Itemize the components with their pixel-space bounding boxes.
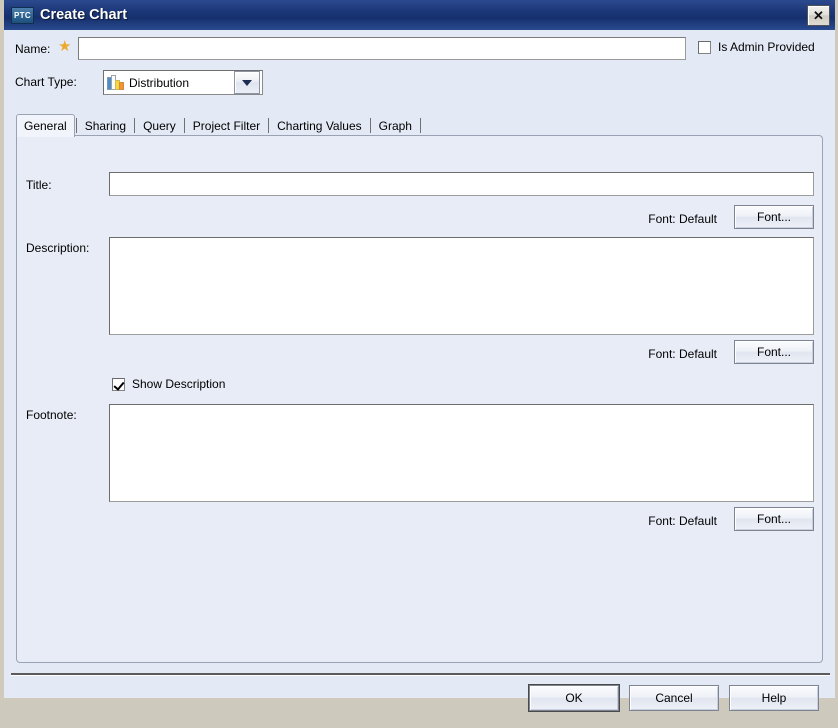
show-description-checkbox-wrap[interactable]: Show Description [112, 377, 225, 391]
tab-separator [419, 118, 421, 133]
title-bar: PTC Create Chart ✕ [4, 0, 835, 31]
name-input[interactable] [78, 37, 686, 60]
title-font-button[interactable]: Font... [734, 205, 814, 229]
name-row: Name: ★ Is Admin Provided [4, 37, 835, 63]
tab-charting-values[interactable]: Charting Values [270, 116, 369, 136]
title-input[interactable] [109, 172, 814, 196]
tab-project-filter[interactable]: Project Filter [186, 116, 267, 136]
tab-query[interactable]: Query [136, 116, 183, 136]
chevron-down-icon[interactable] [234, 71, 260, 94]
tab-graph[interactable]: Graph [372, 116, 419, 136]
show-description-label: Show Description [132, 377, 226, 391]
close-button[interactable]: ✕ [807, 5, 830, 26]
close-icon: ✕ [813, 8, 824, 23]
footnote-font-button[interactable]: Font... [734, 507, 814, 531]
tab-general[interactable]: General [16, 114, 75, 137]
window-title: Create Chart [40, 7, 128, 23]
create-chart-dialog: PTC Create Chart ✕ Name: ★ Is Admin Prov… [0, 0, 838, 711]
tab-sharing[interactable]: Sharing [78, 116, 133, 136]
dialog-client-area: Name: ★ Is Admin Provided Chart Type: Di… [4, 30, 835, 711]
is-admin-provided-checkbox-wrap[interactable]: Is Admin Provided [698, 40, 815, 54]
tab-separator [268, 118, 270, 133]
tab-separator [369, 118, 371, 133]
title-label: Title: [26, 178, 52, 192]
help-button[interactable]: Help [729, 685, 819, 711]
ptc-logo-icon: PTC [11, 6, 34, 24]
tab-separator [75, 118, 77, 133]
distribution-chart-icon [107, 74, 124, 90]
description-textarea[interactable] [109, 237, 814, 335]
is-admin-provided-label: Is Admin Provided [718, 40, 815, 54]
general-tab-panel: Title: Font: Default Font... Description… [16, 135, 823, 663]
name-label: Name: [15, 42, 51, 56]
ok-button[interactable]: OK [529, 685, 619, 711]
chart-type-value: Distribution [129, 75, 190, 90]
footnote-font-note: Font: Default [648, 514, 717, 528]
footnote-textarea[interactable] [109, 404, 814, 502]
required-star-icon: ★ [58, 37, 72, 55]
chart-type-combobox[interactable]: Distribution [103, 70, 263, 95]
tab-separator [183, 118, 185, 133]
description-font-note: Font: Default [648, 347, 717, 361]
cancel-button[interactable]: Cancel [629, 685, 719, 711]
title-font-note: Font: Default [648, 212, 717, 226]
is-admin-provided-checkbox[interactable] [698, 40, 711, 54]
footer-separator [11, 673, 830, 676]
show-description-checkbox[interactable] [112, 377, 125, 391]
footnote-label: Footnote: [26, 408, 77, 422]
tab-separator [134, 118, 136, 133]
description-label: Description: [26, 241, 90, 255]
description-font-button[interactable]: Font... [734, 340, 814, 364]
tab-strip: General Sharing Query Project Filter Cha… [16, 114, 422, 137]
dialog-button-bar: OK Cancel Help [4, 680, 835, 728]
chart-type-label: Chart Type: [15, 75, 77, 89]
